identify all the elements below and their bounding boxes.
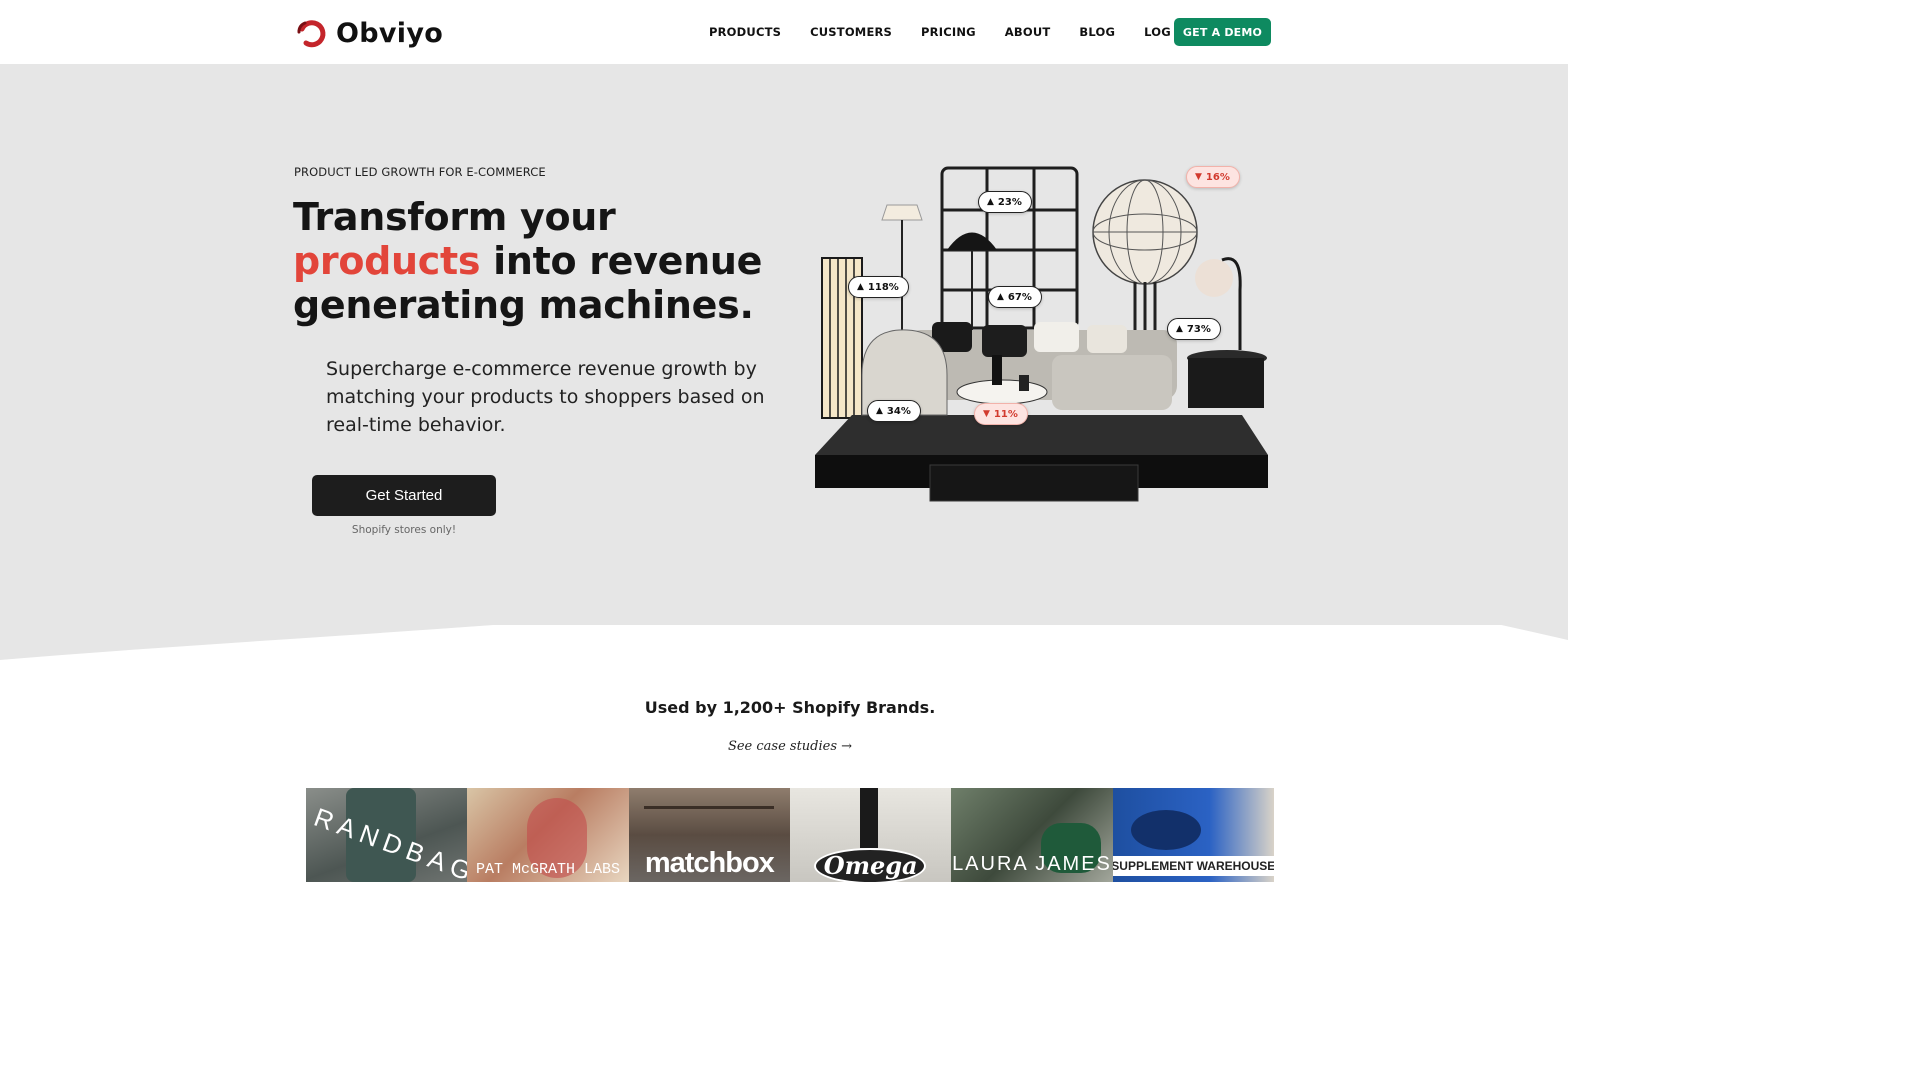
hero-illustration: ▲ 23% ▼ 16% ▲ 118% ▲ 67% ▲ 73% ▲ 34% ▼ 11% xyxy=(812,160,1272,510)
hero-headline: Transform your products into revenue gen… xyxy=(293,195,773,327)
nav-link-customers[interactable]: CUSTOMERS xyxy=(810,21,892,43)
headline-accent: products xyxy=(293,239,481,283)
nav-link-blog[interactable]: BLOG xyxy=(1079,21,1115,43)
brand-name-omega: Omega xyxy=(823,851,918,880)
metric-badge-73: ▲ 73% xyxy=(1167,318,1221,340)
metric-badge-11: ▼ 11% xyxy=(974,403,1028,425)
headline-line-1: Transform your xyxy=(293,195,616,239)
metric-badge-34: ▲ 34% xyxy=(867,400,921,422)
brand-logo[interactable]: Obviyo xyxy=(296,16,443,50)
brand-tile-supplement-warehouse[interactable]: SUPPLEMENT WAREHOUSE xyxy=(1112,788,1274,882)
brand-name-matchbox: matchbox xyxy=(644,847,775,879)
metric-badge-16: ▼ 16% xyxy=(1186,166,1240,188)
up-triangle-icon: ▲ xyxy=(876,406,883,416)
cta-note: Shopify stores only! xyxy=(351,524,457,536)
nav-link-about[interactable]: ABOUT xyxy=(1005,21,1051,43)
brand-tile-matchbox[interactable]: matchbox xyxy=(628,788,790,882)
up-triangle-icon: ▲ xyxy=(857,282,864,292)
brand-logo-strip: RANDBAG PAT McGRATH LABS matchbox Omega … xyxy=(306,788,1274,882)
headline-line-2: into revenue xyxy=(480,239,763,283)
metric-badge-67: ▲ 67% xyxy=(988,286,1042,308)
get-started-button[interactable]: Get Started xyxy=(312,475,496,516)
brand-tile-laura-james[interactable]: LAURA JAMES xyxy=(951,788,1113,882)
hero-subtext: Supercharge e-commerce revenue growth by… xyxy=(326,358,765,436)
brand-name-laura-james: LAURA JAMES xyxy=(952,853,1112,875)
brand-tile-pat-mcgrath[interactable]: PAT McGRATH LABS xyxy=(467,788,629,882)
brands-title: Used by 1,200+ Shopify Brands. xyxy=(644,698,936,717)
nav-link-pricing[interactable]: PRICING xyxy=(921,21,976,43)
case-studies-link[interactable]: See case studies → xyxy=(0,739,1580,754)
metric-badge-23: ▲ 23% xyxy=(978,191,1032,213)
brand-tile-randbag[interactable]: RANDBAG xyxy=(306,788,468,882)
up-triangle-icon: ▲ xyxy=(987,197,994,207)
get-demo-button[interactable]: GET A DEMO xyxy=(1174,18,1271,46)
top-navbar: Obviyo PRODUCTS CUSTOMERS PRICING ABOUT … xyxy=(0,0,1568,65)
down-triangle-icon: ▼ xyxy=(1195,172,1202,182)
brand-name-pat-mcgrath: PAT McGRATH LABS xyxy=(475,861,620,878)
brand-wordmark: Obviyo xyxy=(336,17,444,49)
brand-tile-omega[interactable]: Omega xyxy=(789,788,952,882)
logo-mark-icon xyxy=(297,20,326,48)
brand-name-supplement-warehouse: SUPPLEMENT WAREHOUSE xyxy=(1112,856,1274,876)
up-triangle-icon: ▲ xyxy=(1176,324,1183,334)
hero-wave-divider xyxy=(0,625,1568,665)
nav-link-products[interactable]: PRODUCTS xyxy=(709,21,781,43)
hero-eyebrow: PRODUCT LED GROWTH FOR E-COMMERCE xyxy=(294,165,546,179)
hero-section xyxy=(0,65,1568,665)
up-triangle-icon: ▲ xyxy=(997,292,1004,302)
down-triangle-icon: ▼ xyxy=(983,409,990,419)
headline-line-3: generating machines. xyxy=(293,283,754,327)
metric-badge-118: ▲ 118% xyxy=(848,276,909,298)
nav-links: PRODUCTS CUSTOMERS PRICING ABOUT BLOG LO… xyxy=(695,18,1218,46)
